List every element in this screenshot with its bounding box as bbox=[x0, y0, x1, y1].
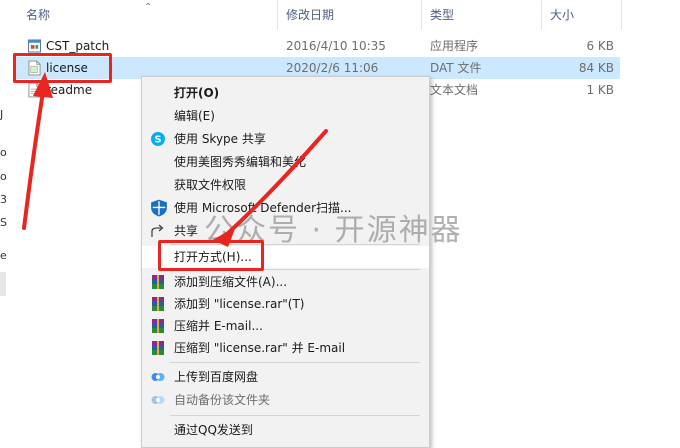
annotation-arrows bbox=[22, 72, 328, 247]
annotation-arrowhead-license bbox=[33, 72, 53, 98]
annotation-arrow-to-open-with bbox=[223, 129, 328, 238]
annotation-arrow-to-license bbox=[22, 90, 45, 230]
annotation-arrowhead-open-with bbox=[213, 226, 236, 247]
